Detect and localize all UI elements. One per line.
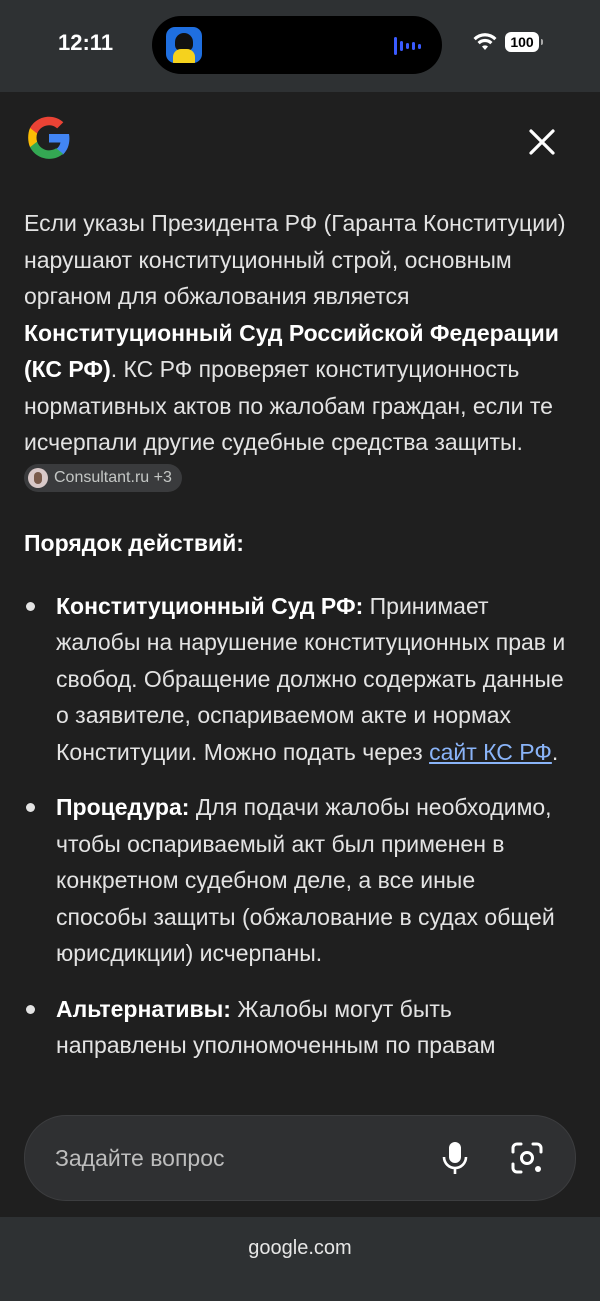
ask-input[interactable]: Задайте вопрос (55, 1116, 415, 1200)
list-item: Альтернативы: Жалобы могут быть направле… (24, 991, 572, 1064)
app-icon (166, 27, 202, 63)
ask-bar: Задайте вопрос (24, 1115, 576, 1201)
section-heading: Порядок действий: (24, 530, 244, 556)
battery-icon: 100 (505, 32, 543, 52)
close-icon (529, 129, 555, 155)
answer-intro: Если указы Президента РФ (Гаранта Консти… (24, 205, 572, 497)
source-chip[interactable]: Consultant.ru +3 (24, 464, 182, 493)
audio-wave-icon (394, 36, 426, 56)
status-bar: 12:11 100 (0, 0, 600, 92)
bullet-list: Конституционный Суд РФ: Принимает жалобы… (24, 588, 572, 1064)
mic-icon[interactable] (440, 1141, 470, 1175)
wifi-icon (473, 33, 497, 50)
answer-content: Если указы Президента РФ (Гаранта Консти… (24, 205, 572, 1083)
source-favicon-icon (28, 468, 48, 489)
browser-url-bar[interactable]: google.com (0, 1217, 600, 1301)
status-time: 12:11 (58, 30, 114, 55)
ks-rf-site-link[interactable]: сайт КС РФ (429, 739, 552, 765)
list-item: Процедура: Для подачи жалобы необходимо,… (24, 789, 572, 972)
camera-lens-icon[interactable] (510, 1141, 544, 1175)
google-g-icon (28, 116, 70, 159)
url-text: google.com (248, 1237, 352, 1259)
dynamic-island[interactable] (152, 16, 442, 74)
close-button[interactable] (520, 120, 564, 164)
list-item: Конституционный Суд РФ: Принимает жалобы… (24, 588, 572, 771)
ai-answer-panel: Если указы Президента РФ (Гаранта Консти… (0, 92, 600, 1217)
